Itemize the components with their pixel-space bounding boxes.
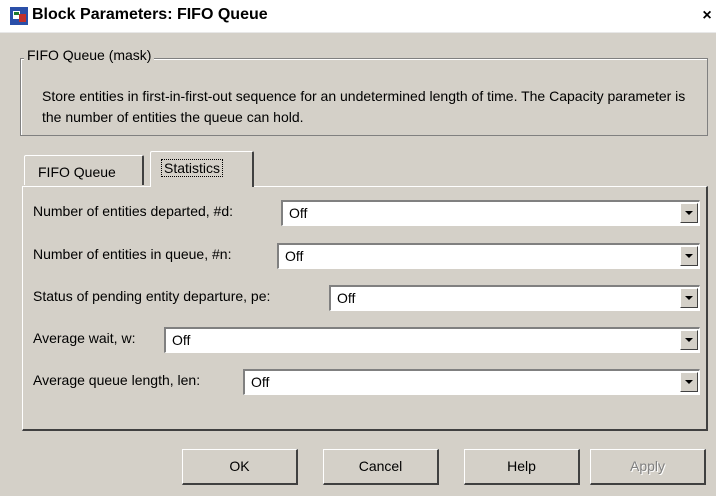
dropdown-value: Off (285, 248, 304, 264)
departed-dropdown[interactable]: Off (281, 200, 700, 226)
pending-departure-dropdown[interactable]: Off (329, 285, 700, 311)
pending-departure-label: Status of pending entity departure, pe: (33, 288, 271, 304)
dropdown-value: Off (251, 374, 270, 390)
tab-label: Statistics (161, 159, 224, 177)
tab-fifo-queue[interactable]: FIFO Queue (24, 155, 144, 185)
tab-statistics[interactable]: Statistics (150, 151, 254, 187)
group-title: FIFO Queue (mask) (24, 47, 155, 63)
average-wait-label: Average wait, w: (33, 330, 136, 346)
dropdown-value: Off (172, 332, 191, 348)
chevron-down-icon[interactable] (680, 203, 698, 223)
chevron-down-icon[interactable] (680, 330, 698, 350)
close-icon[interactable]: × (698, 7, 716, 25)
in-queue-dropdown[interactable]: Off (277, 243, 700, 269)
ok-button[interactable]: OK (182, 449, 298, 485)
chevron-down-icon[interactable] (680, 246, 698, 266)
chevron-down-icon[interactable] (680, 288, 698, 308)
help-button[interactable]: Help (464, 449, 580, 485)
title-bar[interactable]: Block Parameters: FIFO Queue × (0, 0, 716, 33)
chevron-down-icon[interactable] (680, 372, 698, 392)
apply-button: Apply (590, 449, 706, 485)
simulink-block-icon (10, 7, 28, 25)
cancel-button[interactable]: Cancel (323, 449, 439, 485)
average-wait-dropdown[interactable]: Off (164, 327, 700, 353)
dropdown-value: Off (337, 290, 356, 306)
dropdown-value: Off (289, 205, 308, 221)
departed-label: Number of entities departed, #d: (33, 203, 234, 219)
in-queue-label: Number of entities in queue, #n: (33, 246, 232, 262)
queue-length-label: Average queue length, len: (33, 372, 201, 388)
window-title: Block Parameters: FIFO Queue (32, 6, 268, 23)
tab-label: FIFO Queue (38, 164, 116, 180)
mask-description: Store entities in first-in-first-out seq… (42, 88, 686, 125)
queue-length-dropdown[interactable]: Off (243, 369, 700, 395)
